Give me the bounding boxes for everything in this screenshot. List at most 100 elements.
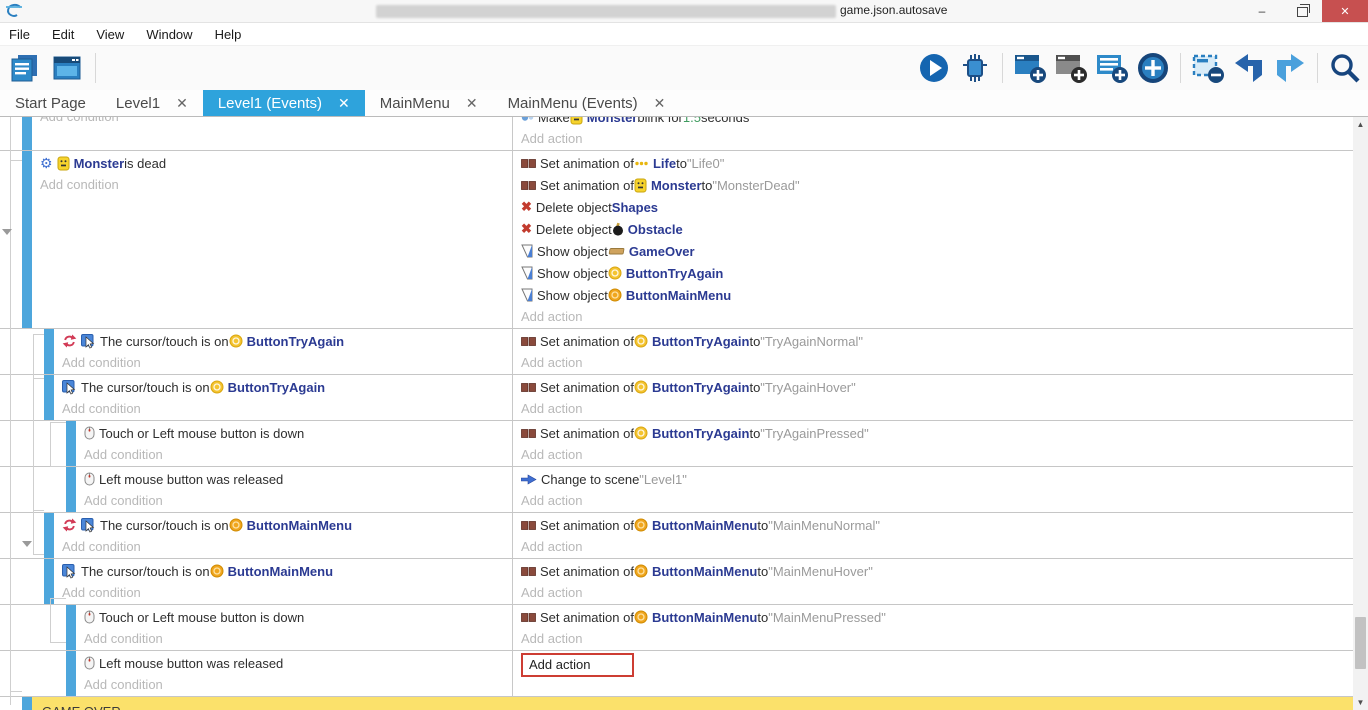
menu-view[interactable]: View (96, 27, 124, 42)
condition-row[interactable]: ⚙Monster is dead (40, 152, 512, 174)
tab-start-page[interactable]: Start Page (0, 90, 101, 116)
add-action-button[interactable]: Add action (521, 128, 1353, 149)
action-row[interactable]: Show object ButtonTryAgain (521, 262, 1353, 284)
condition-row[interactable]: Left mouse button was released (84, 652, 512, 674)
condition-row[interactable]: Touch or Left mouse button is down (84, 606, 512, 628)
condition-row[interactable]: The cursor/touch is on ButtonTryAgain (62, 376, 512, 398)
cursor-icon (62, 380, 77, 395)
event[interactable]: Left mouse button was releasedAdd condit… (0, 650, 1353, 696)
search-button[interactable] (1328, 51, 1362, 85)
add-condition-button[interactable]: Add condition (40, 174, 512, 195)
menu-file[interactable]: File (9, 27, 30, 42)
tree-guide-line (33, 510, 44, 511)
add-action-button-highlighted[interactable]: Add action (521, 652, 1353, 677)
undo-button[interactable] (1232, 51, 1266, 85)
add-action-button[interactable]: Add action (521, 306, 1353, 327)
action-row[interactable]: Set animation of ButtonMainMenu to "Main… (521, 606, 1353, 628)
add-condition-button[interactable]: Add condition (84, 674, 512, 695)
condition-row[interactable]: Touch or Left mouse button is down (84, 422, 512, 444)
tab-mainmenu-events-[interactable]: MainMenu (Events)✕ (493, 90, 681, 116)
add-action-button[interactable]: Add action (521, 628, 1353, 649)
add-action-button[interactable]: Add action (521, 582, 1353, 603)
add-action-button[interactable]: Add action (521, 490, 1353, 511)
collapse-arrow-icon[interactable] (2, 229, 12, 235)
add-condition-button[interactable]: Add condition (62, 352, 512, 373)
tab-close-icon[interactable]: ✕ (338, 95, 350, 112)
deselect-button[interactable] (1191, 51, 1225, 85)
action-row[interactable]: Set animation of Life to "Life0" (521, 152, 1353, 174)
comment-event[interactable]: GAME OVER (0, 696, 1353, 710)
condition-row[interactable]: The cursor/touch is on ButtonMainMenu (62, 514, 512, 536)
close-button[interactable]: ✕ (1322, 0, 1368, 22)
restore-icon (1297, 7, 1308, 17)
tab-close-icon[interactable]: ✕ (176, 95, 188, 112)
tab-label: MainMenu (380, 95, 450, 112)
action-row[interactable]: Set animation of ButtonMainMenu to "Main… (521, 514, 1353, 536)
event[interactable]: The cursor/touch is on ButtonMainMenuAdd… (0, 558, 1353, 604)
debug-button[interactable] (958, 51, 992, 85)
event[interactable]: The cursor/touch is on ButtonTryAgainAdd… (0, 374, 1353, 420)
action-row[interactable]: Set animation of ButtonMainMenu to "Main… (521, 560, 1353, 582)
restore-button[interactable] (1282, 0, 1322, 22)
redo-button[interactable] (1273, 51, 1307, 85)
tab-close-icon[interactable]: ✕ (466, 95, 478, 112)
menu-help[interactable]: Help (215, 27, 242, 42)
menu-edit[interactable]: Edit (52, 27, 74, 42)
action-row[interactable]: ✖Delete object Obstacle (521, 218, 1353, 240)
add-condition-button[interactable]: Add condition (84, 490, 512, 511)
event[interactable]: The cursor/touch is on ButtonMainMenuAdd… (0, 512, 1353, 558)
tab-close-icon[interactable]: ✕ (654, 95, 666, 112)
action-row[interactable]: Set animation of ButtonTryAgain to "TryA… (521, 422, 1353, 444)
action-row[interactable]: Set animation of ButtonTryAgain to "TryA… (521, 330, 1353, 352)
menu-window[interactable]: Window (146, 27, 192, 42)
add-object-button[interactable] (1136, 51, 1170, 85)
scroll-down-arrow-icon[interactable]: ▼ (1353, 695, 1368, 710)
add-condition-button[interactable]: Add condition (62, 536, 512, 557)
action-row[interactable]: Show object ButtonMainMenu (521, 284, 1353, 306)
action-row[interactable]: Show object GameOver (521, 240, 1353, 262)
action-row[interactable]: Set animation of ButtonTryAgain to "TryA… (521, 376, 1353, 398)
play-button[interactable] (917, 51, 951, 85)
add-external-layout-button[interactable] (1095, 51, 1129, 85)
scene-window-button[interactable] (50, 51, 84, 85)
tree-guide-line (33, 334, 44, 335)
add-scene-button[interactable] (1013, 51, 1047, 85)
add-external-events-button[interactable] (1054, 51, 1088, 85)
event[interactable]: Touch or Left mouse button is downAdd co… (0, 420, 1353, 466)
vertical-scrollbar[interactable]: ▲ ▼ (1353, 117, 1368, 710)
add-condition-button[interactable]: Add condition (84, 444, 512, 465)
action-row[interactable]: ✖Delete object Shapes (521, 196, 1353, 218)
collapse-arrow-icon[interactable] (22, 541, 32, 547)
add-action-button[interactable]: Add action (521, 352, 1353, 373)
tree-guide-line (10, 691, 22, 692)
add-condition-button[interactable]: Add condition (62, 398, 512, 419)
scroll-up-arrow-icon[interactable]: ▲ (1353, 117, 1368, 132)
tree-guide-line (10, 117, 11, 705)
add-action-button[interactable]: Add action (521, 536, 1353, 557)
tab-mainmenu[interactable]: MainMenu ✕ (365, 90, 493, 116)
event[interactable]: ⚙Monster is deadAdd condition Set animati… (0, 150, 1353, 328)
minimize-button[interactable]: – (1242, 0, 1282, 22)
tab-level1-events-[interactable]: Level1 (Events)✕ (203, 90, 365, 116)
event[interactable]: The cursor/touch is on ButtonTryAgainAdd… (0, 328, 1353, 374)
condition-row[interactable]: The cursor/touch is on ButtonMainMenu (62, 560, 512, 582)
events-list-button[interactable] (8, 51, 42, 85)
animation-icon (521, 382, 536, 393)
add-condition-button[interactable]: Add condition (62, 582, 512, 603)
toolbar (0, 46, 1368, 90)
add-condition-button[interactable]: Add condition (40, 117, 512, 127)
add-action-button[interactable]: Add action (521, 444, 1353, 465)
event[interactable]: Add condition Make Monster blink for 1.5 … (0, 117, 1353, 150)
add-action-button[interactable]: Add action (521, 398, 1353, 419)
event[interactable]: Touch or Left mouse button is downAdd co… (0, 604, 1353, 650)
condition-row[interactable]: Left mouse button was released (84, 468, 512, 490)
action-row[interactable]: Set animation of Monster to "MonsterDead… (521, 174, 1353, 196)
add-condition-button[interactable]: Add condition (84, 628, 512, 649)
scrollbar-thumb[interactable] (1355, 617, 1366, 669)
condition-row[interactable]: The cursor/touch is on ButtonTryAgain (62, 330, 512, 352)
action-row[interactable]: Make Monster blink for 1.5 seconds (521, 117, 1353, 128)
tab-level1[interactable]: Level1✕ (101, 90, 203, 116)
mouse-icon (84, 656, 95, 670)
event[interactable]: Left mouse button was releasedAdd condit… (0, 466, 1353, 512)
action-row[interactable]: Change to scene "Level1" (521, 468, 1353, 490)
